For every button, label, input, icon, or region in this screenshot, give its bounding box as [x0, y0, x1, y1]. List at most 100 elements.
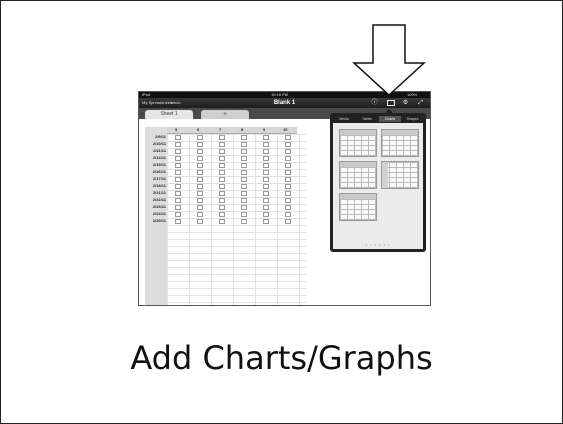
cell-checkbox[interactable]: [241, 219, 247, 224]
row-label[interactable]: 2/11/11: [145, 148, 166, 154]
cell-checkbox[interactable]: [285, 219, 291, 224]
cell-checkbox[interactable]: [263, 170, 269, 175]
cell-checkbox[interactable]: [285, 177, 291, 182]
cell-checkbox[interactable]: [263, 198, 269, 203]
column-header[interactable]: 8: [241, 127, 243, 133]
cell-checkbox[interactable]: [241, 205, 247, 210]
cell-checkbox[interactable]: [219, 156, 225, 161]
cell-checkbox[interactable]: [197, 184, 203, 189]
row-label[interactable]: 2/14/11: [145, 155, 166, 161]
tab-charts[interactable]: Charts: [379, 116, 401, 122]
cell-checkbox[interactable]: [197, 177, 203, 182]
cell-checkbox[interactable]: [263, 135, 269, 140]
cell-checkbox[interactable]: [263, 212, 269, 217]
cell-checkbox[interactable]: [175, 212, 181, 217]
cell-checkbox[interactable]: [263, 184, 269, 189]
cell-checkbox[interactable]: [219, 198, 225, 203]
cell-checkbox[interactable]: [197, 212, 203, 217]
column-header[interactable]: 10: [283, 127, 287, 133]
table-style-thumbnail[interactable]: [381, 129, 419, 157]
cell-checkbox[interactable]: [219, 212, 225, 217]
row-label[interactable]: 2/25/11: [145, 218, 166, 224]
cell-checkbox[interactable]: [175, 135, 181, 140]
cell-checkbox[interactable]: [285, 156, 291, 161]
cell-checkbox[interactable]: [197, 156, 203, 161]
cell-checkbox[interactable]: [219, 142, 225, 147]
cell-checkbox[interactable]: [219, 205, 225, 210]
cell-checkbox[interactable]: [263, 163, 269, 168]
column-header[interactable]: 5: [175, 127, 177, 133]
cell-checkbox[interactable]: [219, 177, 225, 182]
row-label[interactable]: 2/15/11: [145, 162, 166, 168]
cell-checkbox[interactable]: [197, 219, 203, 224]
cell-checkbox[interactable]: [285, 142, 291, 147]
tab-shapes[interactable]: Shapes: [402, 116, 423, 122]
cell-checkbox[interactable]: [197, 191, 203, 196]
cell-checkbox[interactable]: [219, 184, 225, 189]
cell-checkbox[interactable]: [241, 156, 247, 161]
cell-checkbox[interactable]: [197, 198, 203, 203]
table-style-thumbnail[interactable]: [381, 161, 419, 189]
cell-checkbox[interactable]: [263, 177, 269, 182]
cell-checkbox[interactable]: [241, 198, 247, 203]
fullscreen-icon[interactable]: ⤢: [417, 100, 424, 106]
cell-checkbox[interactable]: [219, 191, 225, 196]
cell-checkbox[interactable]: [285, 163, 291, 168]
info-icon[interactable]: ⓘ: [371, 100, 378, 106]
cell-checkbox[interactable]: [219, 170, 225, 175]
cell-checkbox[interactable]: [197, 142, 203, 147]
tab-sheet-1[interactable]: Sheet 1: [145, 110, 193, 119]
row-label[interactable]: 2/17/11: [145, 176, 166, 182]
cell-checkbox[interactable]: [197, 135, 203, 140]
cell-checkbox[interactable]: [175, 156, 181, 161]
cell-checkbox[interactable]: [175, 170, 181, 175]
column-header[interactable]: 9: [263, 127, 265, 133]
wrench-icon[interactable]: ⚙: [402, 100, 409, 106]
cell-checkbox[interactable]: [241, 149, 247, 154]
cell-checkbox[interactable]: [219, 149, 225, 154]
cell-checkbox[interactable]: [241, 184, 247, 189]
cell-checkbox[interactable]: [219, 219, 225, 224]
cell-checkbox[interactable]: [285, 191, 291, 196]
cell-checkbox[interactable]: [175, 205, 181, 210]
cell-checkbox[interactable]: [263, 142, 269, 147]
cell-checkbox[interactable]: [219, 163, 225, 168]
cell-checkbox[interactable]: [175, 191, 181, 196]
cell-checkbox[interactable]: [175, 149, 181, 154]
cell-checkbox[interactable]: [263, 191, 269, 196]
cell-checkbox[interactable]: [285, 135, 291, 140]
cell-checkbox[interactable]: [285, 170, 291, 175]
checklist-style-thumbnail[interactable]: [339, 193, 377, 221]
row-label[interactable]: 2/21/11: [145, 190, 166, 196]
cell-checkbox[interactable]: [241, 163, 247, 168]
row-label[interactable]: 2/10/11: [145, 141, 166, 147]
cell-checkbox[interactable]: [241, 135, 247, 140]
tab-media[interactable]: Media: [333, 116, 355, 122]
row-label[interactable]: 2/22/11: [145, 197, 166, 203]
cell-checkbox[interactable]: [175, 142, 181, 147]
cell-checkbox[interactable]: [197, 149, 203, 154]
cell-checkbox[interactable]: [197, 205, 203, 210]
cell-checkbox[interactable]: [241, 177, 247, 182]
cell-checkbox[interactable]: [285, 205, 291, 210]
cell-checkbox[interactable]: [285, 184, 291, 189]
cell-checkbox[interactable]: [285, 149, 291, 154]
cell-checkbox[interactable]: [197, 163, 203, 168]
cell-checkbox[interactable]: [241, 212, 247, 217]
table-style-thumbnail[interactable]: [339, 161, 377, 189]
row-label[interactable]: 2/9/11: [145, 134, 166, 140]
cell-checkbox[interactable]: [175, 198, 181, 203]
cell-checkbox[interactable]: [285, 212, 291, 217]
cell-checkbox[interactable]: [175, 219, 181, 224]
cell-checkbox[interactable]: [263, 156, 269, 161]
cell-checkbox[interactable]: [175, 177, 181, 182]
row-label[interactable]: 2/16/11: [145, 169, 166, 175]
cell-checkbox[interactable]: [241, 191, 247, 196]
cell-checkbox[interactable]: [263, 205, 269, 210]
cell-checkbox[interactable]: [241, 170, 247, 175]
row-label[interactable]: 2/23/11: [145, 204, 166, 210]
row-label[interactable]: 2/24/11: [145, 211, 166, 217]
cell-checkbox[interactable]: [197, 170, 203, 175]
table-style-thumbnail[interactable]: [339, 129, 377, 157]
cell-checkbox[interactable]: [175, 163, 181, 168]
